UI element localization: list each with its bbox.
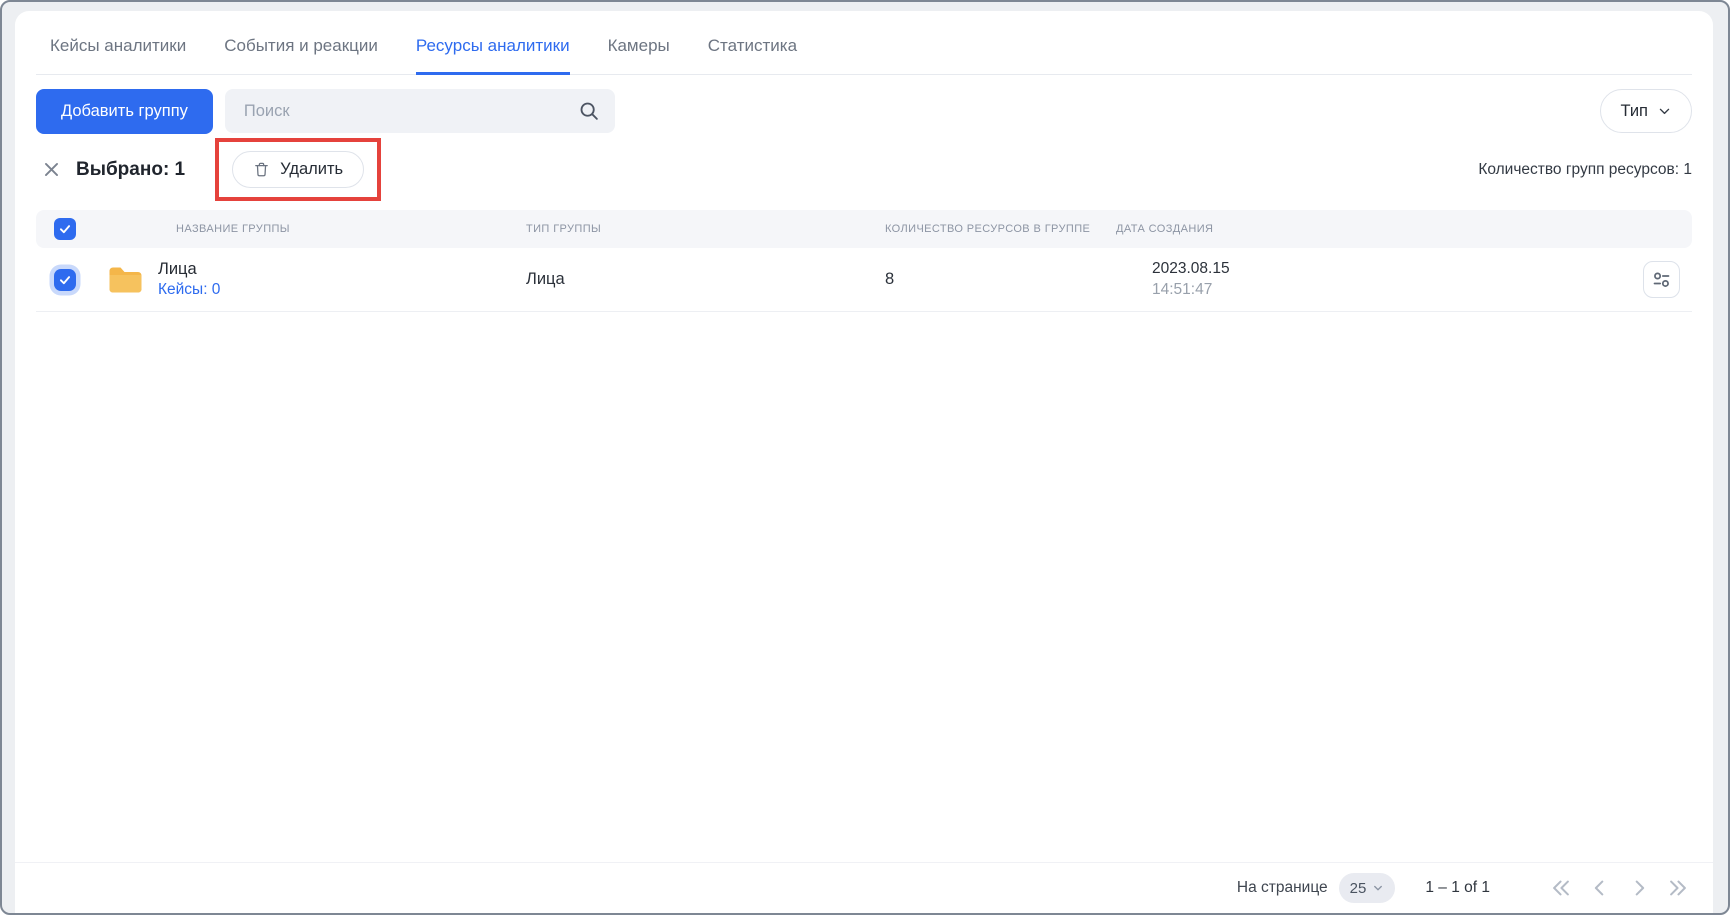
row-checkbox[interactable] [54,269,76,291]
close-icon[interactable] [42,160,61,179]
next-page-button[interactable] [1626,875,1652,901]
app-window: Кейсы аналитики События и реакции Ресурс… [0,0,1730,915]
tab-bar: Кейсы аналитики События и реакции Ресурс… [36,11,1692,75]
select-all-checkbox[interactable] [54,218,76,240]
column-header-group-type: ТИП ГРУППЫ [526,223,883,235]
tab-analytics-resources[interactable]: Ресурсы аналитики [416,36,570,74]
tab-analytics-cases[interactable]: Кейсы аналитики [50,36,186,74]
group-cases-link[interactable]: Кейсы: 0 [158,281,220,299]
table-row[interactable]: Лица Кейсы: 0 Лица 8 2023.08.15 14:51:47 [36,248,1692,312]
folder-icon [108,265,143,295]
per-page-label: На странице [1237,879,1328,897]
row-settings-button[interactable] [1643,261,1680,298]
chevron-down-icon [1372,882,1384,894]
double-chevron-right-icon [1667,877,1689,899]
delete-button[interactable]: Удалить [232,151,364,188]
check-icon [58,273,72,287]
chevron-left-icon [1589,877,1611,899]
chevron-right-icon [1628,877,1650,899]
search-input[interactable] [225,89,615,133]
table-header: НАЗВАНИЕ ГРУППЫ ТИП ГРУППЫ КОЛИЧЕСТВО РЕ… [36,210,1692,248]
pagination-bar: На странице 25 1 – 1 of 1 [15,862,1713,913]
per-page-select[interactable]: 25 [1339,873,1396,903]
column-header-group-name: НАЗВАНИЕ ГРУППЫ [94,223,526,235]
annotation-highlight: Удалить [215,138,381,201]
content-card: Кейсы аналитики События и реакции Ресурс… [15,11,1713,913]
check-icon [58,222,72,236]
search-icon[interactable] [578,100,600,122]
trash-icon [253,161,270,178]
tab-events-reactions[interactable]: События и реакции [224,36,378,74]
first-page-button[interactable] [1548,875,1574,901]
type-filter-dropdown[interactable]: Тип [1600,89,1692,133]
tab-statistics[interactable]: Статистика [708,36,797,74]
group-name: Лица [158,260,220,279]
search-box [225,89,615,133]
prev-page-button[interactable] [1587,875,1613,901]
group-created-time: 14:51:47 [1152,281,1643,299]
double-chevron-left-icon [1550,877,1572,899]
page-range-label: 1 – 1 of 1 [1425,879,1490,897]
sliders-icon [1651,269,1672,290]
tab-cameras[interactable]: Камеры [608,36,670,74]
add-group-button[interactable]: Добавить группу [36,89,213,134]
group-type: Лица [526,270,883,289]
group-created-date: 2023.08.15 [1152,260,1643,278]
group-resources-count: 8 [883,270,1116,289]
column-header-created-date: ДАТА СОЗДАНИЯ [1116,223,1643,235]
groups-count-label: Количество групп ресурсов: 1 [1478,161,1692,179]
column-header-resources-count: КОЛИЧЕСТВО РЕСУРСОВ В ГРУППЕ [883,223,1116,235]
toolbar: Добавить группу Тип [36,88,1692,134]
delete-button-label: Удалить [280,160,343,179]
pager-controls [1548,875,1691,901]
last-page-button[interactable] [1665,875,1691,901]
selection-bar: Выбрано: 1 Удалить Количество групп ресу… [36,138,1692,201]
chevron-down-icon [1657,104,1672,119]
per-page-value: 25 [1350,880,1367,897]
type-filter-label: Тип [1620,102,1648,121]
selected-count-label: Выбрано: 1 [76,159,185,181]
